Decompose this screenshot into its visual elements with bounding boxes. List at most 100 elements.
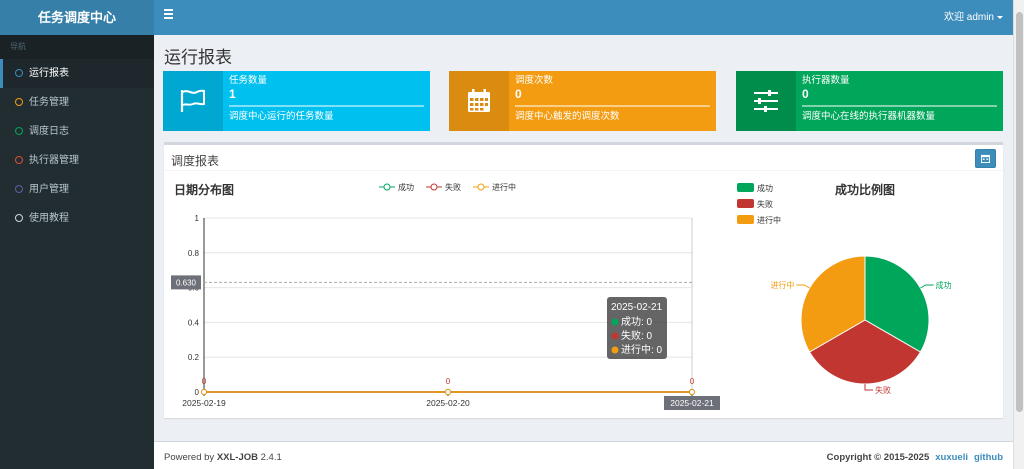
- report-box: 调度报表 日期分布图 成功比例图 00.20.40.60.810.6302025…: [164, 142, 1003, 418]
- logo[interactable]: 任务调度中心: [0, 0, 154, 35]
- pie-legend-swatch: [737, 215, 754, 224]
- pie-label-line: [796, 284, 810, 289]
- tooltip-title: 2025-02-21: [611, 302, 663, 313]
- sidebar-toggle-icon[interactable]: [164, 9, 173, 21]
- info-card-label: 任务数量: [229, 75, 268, 86]
- copyright-text: Copyright © 2015-2025: [826, 452, 930, 463]
- scroll-thumb[interactable]: [1016, 12, 1023, 412]
- footer-powered: Powered by XXL-JOB 2.4.1: [164, 442, 282, 469]
- user-greeting: 欢迎 admin: [943, 12, 994, 23]
- info-card-value: 0: [802, 87, 809, 101]
- info-card-1: 调度次数 0 调度中心触发的调度次数: [449, 71, 716, 131]
- sidebar-item-0[interactable]: 运行报表: [0, 59, 154, 88]
- info-card-0: 任务数量 1 调度中心运行的任务数量: [163, 71, 430, 131]
- pie-label-line: [864, 384, 873, 391]
- chevron-down-icon: [997, 15, 1003, 19]
- charts-canvas: 00.20.40.60.810.6302025-02-192025-02-202…: [171, 182, 952, 410]
- github-link[interactable]: github: [974, 452, 1003, 463]
- pie-legend-label: 进行中: [757, 215, 781, 225]
- pie-legend-swatch: [737, 183, 754, 192]
- tooltip-row: 成功: 0: [621, 316, 653, 328]
- sidebar-item-2[interactable]: 调度日志: [0, 117, 154, 146]
- y-tick-label: 0: [195, 388, 200, 397]
- info-card-progress: [229, 105, 424, 107]
- sidebar-item-label: 运行报表: [29, 68, 69, 79]
- info-card-value: 0: [515, 87, 522, 101]
- legend-label: 进行中: [492, 182, 516, 192]
- author-link[interactable]: xuxueli: [935, 452, 968, 463]
- x-tick-label: 2025-02-20: [426, 398, 470, 408]
- page-scrollbar[interactable]: [1013, 0, 1024, 469]
- sidebar-item-label: 执行器管理: [29, 155, 79, 166]
- powered-name: XXL-JOB: [216, 452, 258, 463]
- y-tick-label: 0.2: [188, 353, 200, 362]
- data-label: 0: [446, 377, 451, 386]
- legend-marker: [430, 183, 438, 191]
- pie-legend-label: 成功: [757, 183, 773, 193]
- footer-copyright: Copyright © 2015-2025 xuxueli github: [827, 442, 1003, 469]
- data-point: [445, 389, 451, 395]
- circle-icon: [15, 127, 23, 135]
- pie-legend-swatch: [737, 199, 754, 208]
- calendar-icon: [449, 71, 509, 131]
- data-point: [201, 389, 207, 395]
- sidebar-item-3[interactable]: 执行器管理: [0, 146, 154, 175]
- axis-pointer-label: 0.630: [176, 278, 197, 287]
- flag-icon: [163, 71, 223, 131]
- pie-label: 进行中: [770, 280, 794, 290]
- x-tick-label: 2025-02-19: [182, 398, 226, 408]
- info-card-desc: 调度中心触发的调度次数: [515, 111, 620, 122]
- tooltip-dot: [611, 318, 619, 326]
- info-card-2: 执行器数量 0 调度中心在线的执行器机器数量: [736, 71, 1003, 131]
- tooltip-dot: [611, 332, 619, 340]
- data-point: [689, 389, 695, 395]
- tooltip-row: 进行中: 0: [621, 343, 663, 356]
- data-label: 0: [690, 377, 695, 386]
- y-tick-label: 1: [195, 214, 200, 223]
- info-card-desc: 调度中心运行的任务数量: [229, 111, 334, 122]
- info-card-value: 1: [229, 87, 236, 101]
- legend-label: 失败: [445, 182, 461, 192]
- info-card-body: 调度次数 0 调度中心触发的调度次数: [509, 71, 716, 131]
- legend-label: 成功: [398, 182, 414, 192]
- powered-prefix: Powered by: [164, 452, 217, 463]
- sidebar-item-label: 用户管理: [29, 184, 69, 195]
- sidebar-item-label: 调度日志: [29, 126, 69, 137]
- info-card-body: 执行器数量 0 调度中心在线的执行器机器数量: [796, 71, 1003, 131]
- sliders-icon: [736, 71, 796, 131]
- pie-label: 成功: [936, 280, 952, 290]
- pie-legend-label: 失败: [757, 199, 773, 209]
- user-menu[interactable]: 欢迎 admin: [944, 0, 1003, 35]
- pie-label: 失败: [875, 385, 891, 395]
- info-card-desc: 调度中心在线的执行器机器数量: [802, 111, 936, 122]
- sidebar-item-5[interactable]: 使用教程: [0, 204, 154, 233]
- y-tick-label: 0.4: [188, 318, 200, 327]
- tooltip-dot: [611, 346, 619, 354]
- legend-marker: [383, 183, 391, 191]
- circle-icon: [15, 214, 23, 222]
- pie-label-line: [920, 284, 934, 289]
- footer: Powered by XXL-JOB 2.4.1 Copyright © 201…: [154, 441, 1013, 469]
- x-pointer-label: 2025-02-21: [670, 398, 714, 408]
- info-card-label: 执行器数量: [802, 75, 850, 86]
- top-navbar: 任务调度中心 欢迎 admin: [0, 0, 1013, 35]
- data-label: 0: [202, 377, 207, 386]
- y-tick-label: 0.8: [188, 249, 200, 258]
- sidebar-item-label: 使用教程: [29, 213, 69, 224]
- info-card-body: 任务数量 1 调度中心运行的任务数量: [223, 71, 430, 131]
- circle-icon: [15, 156, 23, 164]
- sidebar: 导航 运行报表任务管理调度日志执行器管理用户管理使用教程: [0, 35, 154, 469]
- circle-icon: [15, 185, 23, 193]
- circle-icon: [15, 69, 23, 77]
- info-card-progress: [802, 105, 997, 107]
- sidebar-item-label: 任务管理: [29, 97, 69, 108]
- sidebar-item-1[interactable]: 任务管理: [0, 88, 154, 117]
- tooltip-row: 失败: 0: [621, 329, 653, 342]
- sidebar-item-4[interactable]: 用户管理: [0, 175, 154, 204]
- sidebar-header: 导航: [0, 35, 154, 59]
- circle-icon: [15, 98, 23, 106]
- legend-marker: [477, 183, 485, 191]
- info-card-progress: [515, 105, 710, 107]
- version: 2.4.1: [258, 452, 282, 463]
- page-title: 运行报表: [164, 48, 232, 67]
